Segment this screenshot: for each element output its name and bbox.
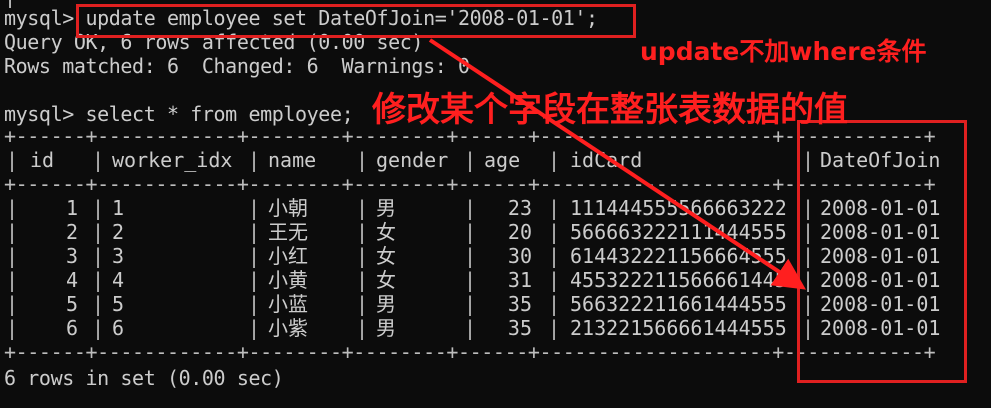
arrow-to-dateofjoin — [428, 38, 806, 290]
annotation-arrow — [428, 38, 806, 290]
